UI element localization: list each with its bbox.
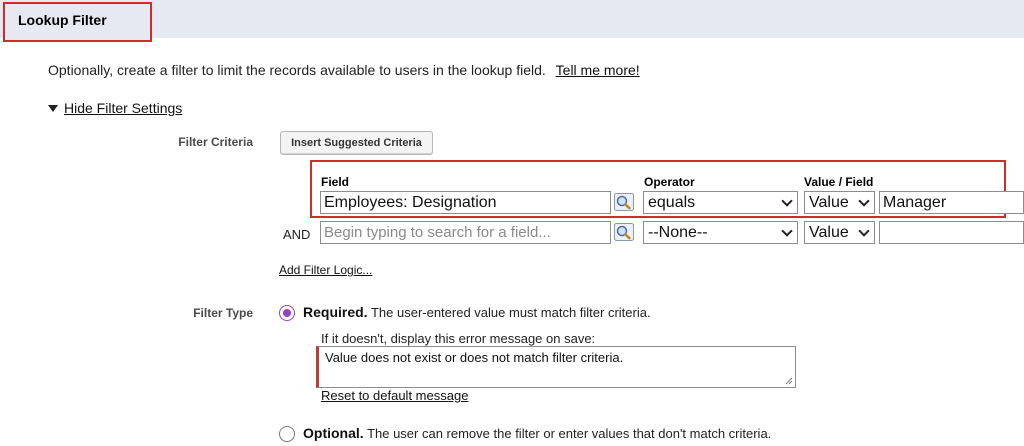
intro-text: Optionally, create a filter to limit the… [48,62,546,78]
intro-text-line: Optionally, create a filter to limit the… [48,62,640,78]
error-message-text: Value does not exist or does not match f… [325,350,624,365]
chevron-down-icon [858,224,870,237]
column-header-value: Value / Field [804,175,874,189]
criteria-row-1-operator-select[interactable]: equals [643,191,798,214]
hide-filter-settings-label: Hide Filter Settings [64,100,183,116]
criteria-row-1-field-input[interactable]: Employees: Designation [320,191,611,214]
required-option-text: Required. The user-entered value must ma… [303,304,651,320]
criteria-row-2-connector: AND [283,227,311,242]
optional-option-description: The user can remove the filter or enter … [367,426,772,441]
required-option-description: The user-entered value must match filter… [370,305,651,320]
resize-grip-icon[interactable] [785,377,793,385]
criteria-row-1-value-type: Value [809,193,849,211]
criteria-row-2-field-input[interactable]: Begin typing to search for a field... [320,221,611,244]
error-message-textarea[interactable]: Value does not exist or does not match f… [316,346,796,388]
tell-me-more-link[interactable]: Tell me more! [556,62,640,78]
hide-filter-settings-toggle[interactable]: Hide Filter Settings [48,100,182,116]
filter-type-label: Filter Type [193,306,253,320]
chevron-down-icon [781,224,793,237]
section-title: Lookup Filter [18,12,107,28]
error-message-prompt: If it doesn't, display this error messag… [321,331,596,346]
criteria-row-1-value-type-select[interactable]: Value [804,191,875,214]
criteria-row-1-value-input[interactable]: Manager [879,191,1024,214]
criteria-row-1-field-lookup-icon[interactable] [613,192,635,212]
column-header-field: Field [321,175,350,189]
criteria-row-2-field-lookup-icon[interactable] [613,222,635,242]
criteria-row-2-value-type-select[interactable]: Value [804,221,875,244]
add-filter-logic-link[interactable]: Add Filter Logic... [279,263,372,277]
optional-option-text: Optional. The user can remove the filter… [303,425,771,441]
criteria-row-1-operator-value: equals [648,193,696,211]
criteria-row-2-operator-value: --None-- [648,223,708,241]
chevron-down-icon [858,194,870,207]
column-header-operator: Operator [644,175,695,189]
required-option-title: Required. [303,304,368,320]
reset-default-message-link[interactable]: Reset to default message [321,388,468,403]
chevron-down-icon [781,194,793,207]
criteria-row-2-value-input[interactable] [879,221,1024,244]
optional-option-title: Optional. [303,425,364,441]
filter-type-required-radio[interactable] [279,305,295,321]
radio-selected-dot [283,309,291,317]
criteria-row-2-operator-select[interactable]: --None-- [643,221,798,244]
section-header-bar [0,0,1024,38]
filter-type-optional-radio[interactable] [279,426,295,442]
collapse-triangle-icon [48,105,58,112]
insert-suggested-criteria-button[interactable]: Insert Suggested Criteria [280,131,433,155]
criteria-row-2-value-type: Value [809,223,849,241]
filter-criteria-label: Filter Criteria [178,135,253,149]
